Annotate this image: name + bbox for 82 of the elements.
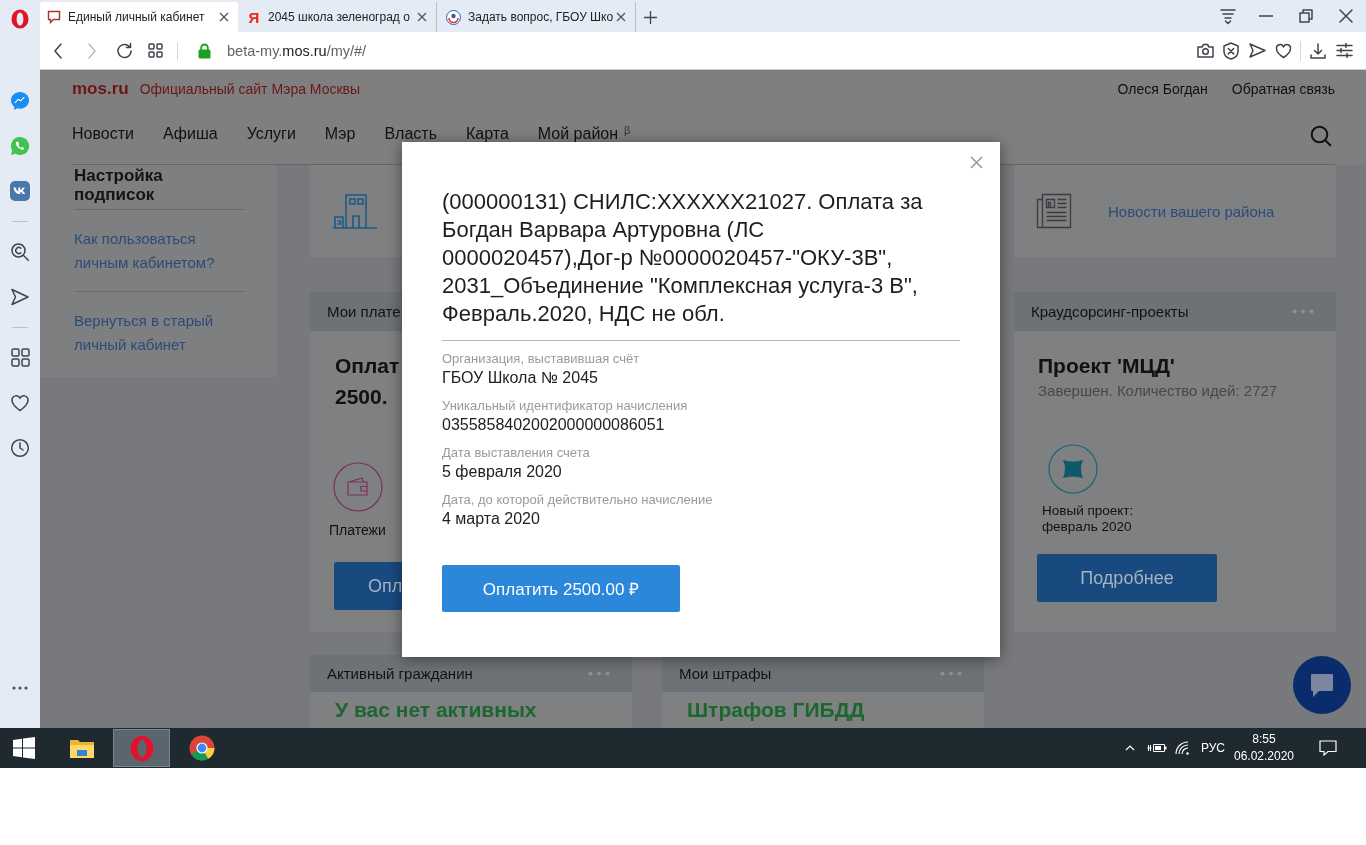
plus-icon[interactable] [643,10,657,24]
wifi-icon[interactable] [1174,741,1191,755]
nav-link[interactable]: Услуги [246,124,296,142]
panel-heading: Настройка подписок [74,166,164,204]
nav-link[interactable]: Мой район [537,124,619,142]
card-heading: У вас нет активных [335,697,537,722]
taskbar-date[interactable]: 06.02.2020 [1233,748,1295,765]
back-icon[interactable] [53,42,63,59]
sliders-icon[interactable] [1335,43,1353,58]
newspaper-icon [1036,193,1072,229]
heart-icon[interactable] [10,393,30,412]
speech-bubble-icon [47,10,61,24]
lock-icon[interactable] [198,42,211,59]
close-icon[interactable] [1339,9,1353,23]
paper-plane-icon[interactable] [10,286,30,307]
user-link[interactable]: Олеся Богдан [1117,81,1208,97]
building-icon [332,193,378,229]
grid-icon[interactable] [147,43,163,58]
card-heading: Оплат 2500. [335,353,401,410]
beta-mark: β [624,124,631,136]
icon-caption: Новый проект: февраль 2020 [1042,503,1135,535]
chat-button[interactable] [1293,656,1351,714]
nav-link[interactable]: Карта [466,124,509,142]
battery-icon[interactable] [1146,742,1167,754]
round-logo-icon [188,735,215,761]
card-heading: Штрафов ГИБДД [687,697,865,722]
close-icon[interactable] [616,12,626,22]
nav-link[interactable]: Новости [72,124,134,142]
language-indicator[interactable]: РУС [1200,741,1225,755]
nav-link[interactable]: Власть [384,124,437,142]
camera-icon[interactable] [1196,43,1214,58]
folder-icon [68,737,95,759]
caret-up-icon[interactable] [1124,745,1135,751]
field-label: Дата выставления счета [442,444,591,462]
pay-button[interactable]: Оплатить 2500.00 ₽ [442,565,680,612]
card-title: Мои плате [327,303,401,320]
download-icon[interactable] [1310,42,1326,59]
site-logo[interactable]: mos.ru [72,79,129,99]
project-title: Проект 'МЦД' [1038,353,1175,379]
card-title: Краудсорсинг-проекты [1031,303,1189,320]
feedback-link[interactable]: Обратная связь [1231,81,1335,97]
ring-logo-icon[interactable] [11,9,29,29]
search-icon[interactable] [1310,125,1332,147]
nav-link[interactable]: Афиша [162,124,218,142]
project-status: Завершен. Количество идей: 2727 [1038,381,1278,401]
field-label: Уникальный идентификатор начисления [442,397,689,415]
browser-tab[interactable]: Единый личный кабинет [40,2,238,32]
heart-icon[interactable] [1274,42,1292,59]
logo-letter: Я [247,8,261,26]
taskbar-time[interactable]: 8:55 [1252,731,1276,748]
field-value: 4 марта 2020 [442,509,541,529]
card-title: Мои штрафы [679,665,772,682]
reload-icon[interactable] [115,42,133,59]
restore-icon[interactable] [1299,9,1313,23]
field-label: Организация, выставившая счёт [442,350,641,368]
paper-plane-icon[interactable] [1248,43,1266,58]
shield-icon[interactable] [1223,41,1239,60]
icon-caption: Платежи [329,521,386,539]
dialog-title: (000000131) СНИЛС:XXXXXX21027. Оплата за Богдан Варвара Артуровна (ЛС 0000020457),Дог-р №0000020457-"ОКУ-3В", 2031_Объединение "Комплексная услуга-3 В", Февраль.2020, НДС не обл. [442,188,924,328]
tab-list-icon[interactable] [1218,7,1237,25]
more-icon[interactable] [12,685,28,690]
close-icon[interactable] [417,12,427,22]
close-icon[interactable] [219,12,229,22]
speech-bubble-icon [1309,672,1335,698]
site-tagline: Официальный сайт Мэра Москвы [139,81,361,97]
ring-logo-icon [129,734,154,762]
search-icon[interactable] [10,241,30,262]
address-field[interactable]: beta-my.mos.ru/my/#/ [227,42,367,59]
field-label: Дата, до которой действительно начисление [442,491,714,509]
field-value: 5 февраля 2020 [442,462,563,482]
square-logo-icon[interactable] [10,180,30,201]
grid-icon[interactable] [10,348,30,367]
window-panes-icon[interactable] [12,737,35,759]
card-title: Активный гражданин [327,665,473,682]
field-value: 0355858402002000000086051 [442,415,666,435]
nav-link[interactable]: Мэр [324,124,356,142]
details-button[interactable]: Подробнее [1037,554,1217,602]
clock-icon[interactable] [10,437,30,458]
notification-icon[interactable] [1319,740,1337,756]
chat-bubble-icon[interactable] [10,90,30,111]
field-value: ГБОУ Школа № 2045 [442,368,599,388]
emblem-icon [446,9,461,25]
